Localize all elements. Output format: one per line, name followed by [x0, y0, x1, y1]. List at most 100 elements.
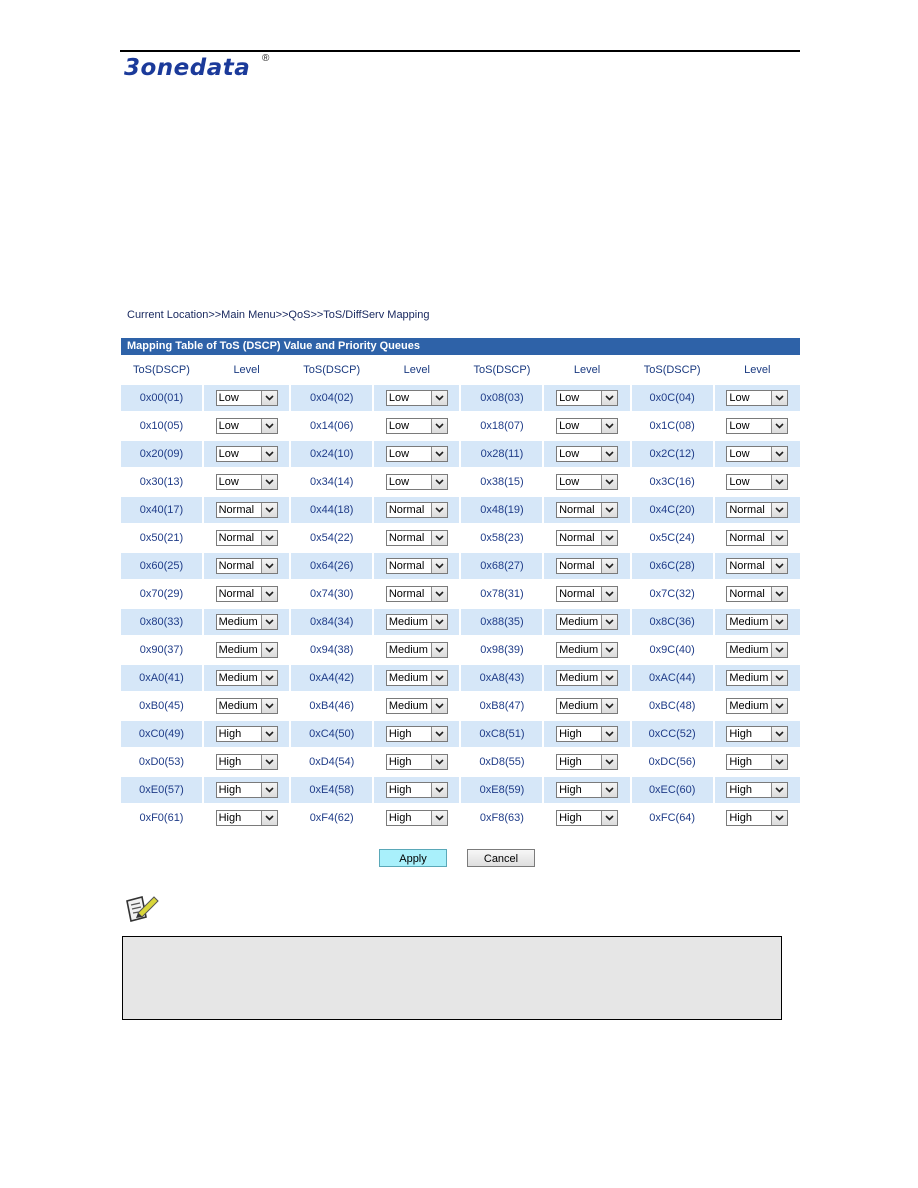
level-select[interactable]: Normal: [215, 502, 278, 518]
level-select[interactable]: Normal: [726, 586, 789, 602]
level-select[interactable]: Low: [215, 474, 278, 490]
chevron-down-icon[interactable]: [260, 391, 277, 405]
chevron-down-icon[interactable]: [430, 615, 447, 629]
chevron-down-icon[interactable]: [771, 783, 788, 797]
chevron-down-icon[interactable]: [771, 727, 788, 741]
level-select[interactable]: Medium: [726, 614, 789, 630]
chevron-down-icon[interactable]: [430, 727, 447, 741]
chevron-down-icon[interactable]: [771, 699, 788, 713]
chevron-down-icon[interactable]: [771, 811, 788, 825]
chevron-down-icon[interactable]: [260, 447, 277, 461]
chevron-down-icon[interactable]: [771, 419, 788, 433]
level-select[interactable]: High: [556, 754, 619, 770]
level-select[interactable]: Normal: [726, 558, 789, 574]
chevron-down-icon[interactable]: [430, 671, 447, 685]
level-select[interactable]: Low: [215, 446, 278, 462]
level-select[interactable]: Normal: [726, 530, 789, 546]
level-select[interactable]: Normal: [385, 586, 448, 602]
level-select[interactable]: Low: [556, 474, 619, 490]
chevron-down-icon[interactable]: [771, 615, 788, 629]
level-select[interactable]: Low: [215, 390, 278, 406]
level-select[interactable]: Medium: [385, 642, 448, 658]
chevron-down-icon[interactable]: [601, 643, 618, 657]
level-select[interactable]: High: [556, 726, 619, 742]
chevron-down-icon[interactable]: [430, 811, 447, 825]
level-select[interactable]: Medium: [215, 642, 278, 658]
chevron-down-icon[interactable]: [260, 699, 277, 713]
chevron-down-icon[interactable]: [260, 643, 277, 657]
chevron-down-icon[interactable]: [771, 391, 788, 405]
chevron-down-icon[interactable]: [771, 531, 788, 545]
level-select[interactable]: Medium: [385, 698, 448, 714]
level-select[interactable]: Normal: [385, 530, 448, 546]
chevron-down-icon[interactable]: [430, 755, 447, 769]
level-select[interactable]: Normal: [556, 530, 619, 546]
level-select[interactable]: Medium: [215, 698, 278, 714]
chevron-down-icon[interactable]: [601, 671, 618, 685]
level-select[interactable]: Normal: [215, 586, 278, 602]
chevron-down-icon[interactable]: [601, 447, 618, 461]
level-select[interactable]: Low: [726, 390, 789, 406]
level-select[interactable]: Normal: [385, 502, 448, 518]
level-select[interactable]: Normal: [556, 558, 619, 574]
chevron-down-icon[interactable]: [430, 643, 447, 657]
chevron-down-icon[interactable]: [430, 419, 447, 433]
level-select[interactable]: Medium: [726, 670, 789, 686]
level-select[interactable]: Low: [385, 418, 448, 434]
level-select[interactable]: High: [385, 754, 448, 770]
chevron-down-icon[interactable]: [260, 475, 277, 489]
chevron-down-icon[interactable]: [430, 699, 447, 713]
level-select[interactable]: Medium: [726, 642, 789, 658]
level-select[interactable]: High: [215, 810, 278, 826]
level-select[interactable]: Medium: [385, 614, 448, 630]
level-select[interactable]: High: [726, 810, 789, 826]
chevron-down-icon[interactable]: [601, 503, 618, 517]
chevron-down-icon[interactable]: [771, 671, 788, 685]
chevron-down-icon[interactable]: [260, 587, 277, 601]
apply-button[interactable]: Apply: [379, 849, 447, 867]
level-select[interactable]: Medium: [726, 698, 789, 714]
chevron-down-icon[interactable]: [260, 755, 277, 769]
level-select[interactable]: Normal: [385, 558, 448, 574]
level-select[interactable]: Medium: [556, 698, 619, 714]
chevron-down-icon[interactable]: [601, 811, 618, 825]
chevron-down-icon[interactable]: [430, 783, 447, 797]
level-select[interactable]: High: [385, 810, 448, 826]
level-select[interactable]: High: [556, 782, 619, 798]
level-select[interactable]: Low: [726, 474, 789, 490]
chevron-down-icon[interactable]: [430, 559, 447, 573]
level-select[interactable]: Low: [385, 474, 448, 490]
chevron-down-icon[interactable]: [601, 531, 618, 545]
level-select[interactable]: High: [215, 754, 278, 770]
level-select[interactable]: Normal: [215, 558, 278, 574]
level-select[interactable]: High: [215, 782, 278, 798]
chevron-down-icon[interactable]: [430, 391, 447, 405]
level-select[interactable]: High: [556, 810, 619, 826]
chevron-down-icon[interactable]: [260, 419, 277, 433]
level-select[interactable]: Low: [556, 418, 619, 434]
chevron-down-icon[interactable]: [260, 615, 277, 629]
chevron-down-icon[interactable]: [771, 587, 788, 601]
chevron-down-icon[interactable]: [260, 727, 277, 741]
level-select[interactable]: Low: [385, 446, 448, 462]
chevron-down-icon[interactable]: [260, 531, 277, 545]
chevron-down-icon[interactable]: [771, 447, 788, 461]
chevron-down-icon[interactable]: [601, 783, 618, 797]
chevron-down-icon[interactable]: [771, 475, 788, 489]
chevron-down-icon[interactable]: [771, 559, 788, 573]
chevron-down-icon[interactable]: [260, 811, 277, 825]
level-select[interactable]: Normal: [556, 502, 619, 518]
chevron-down-icon[interactable]: [771, 755, 788, 769]
level-select[interactable]: Medium: [215, 614, 278, 630]
chevron-down-icon[interactable]: [601, 419, 618, 433]
level-select[interactable]: Low: [556, 390, 619, 406]
chevron-down-icon[interactable]: [601, 755, 618, 769]
chevron-down-icon[interactable]: [260, 559, 277, 573]
chevron-down-icon[interactable]: [430, 531, 447, 545]
level-select[interactable]: Medium: [556, 670, 619, 686]
cancel-button[interactable]: Cancel: [467, 849, 535, 867]
chevron-down-icon[interactable]: [430, 587, 447, 601]
chevron-down-icon[interactable]: [771, 503, 788, 517]
level-select[interactable]: Low: [726, 446, 789, 462]
chevron-down-icon[interactable]: [260, 783, 277, 797]
